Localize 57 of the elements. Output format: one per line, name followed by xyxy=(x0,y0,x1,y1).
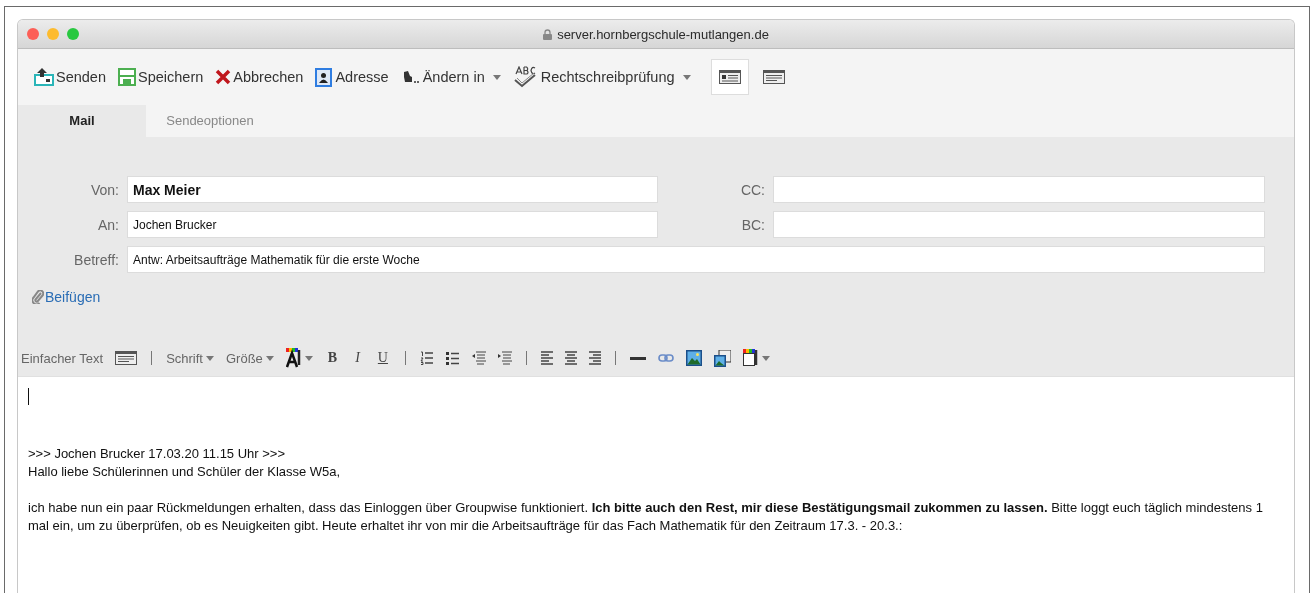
field-label: Von: xyxy=(89,181,119,198)
align-right-icon xyxy=(588,351,601,365)
input-field[interactable]: Jochen Brucker xyxy=(127,211,658,238)
input-field[interactable] xyxy=(773,176,1265,203)
color-picker-icon xyxy=(742,349,759,367)
image-icon xyxy=(685,350,702,366)
toolbar-button[interactable]: Speichern xyxy=(116,64,214,90)
body-text: Hallo liebe Schülerinnen und Schüler der Klasse W5a, xyxy=(28,463,342,481)
paperclip-icon xyxy=(32,290,44,304)
caret-icon xyxy=(492,74,501,80)
bullet-list-icon xyxy=(445,351,460,365)
attach-link[interactable]: Beifügen xyxy=(32,289,101,305)
toolbar-button[interactable]: Adresse xyxy=(313,63,399,91)
outbox-icon xyxy=(34,68,54,86)
dropdown-button[interactable]: Größe xyxy=(220,350,280,366)
toolbar-button[interactable]: Rechtschreibprüfung xyxy=(510,62,701,92)
numbered-list-icon xyxy=(419,351,434,365)
italic-button[interactable]: I xyxy=(346,350,369,366)
images-icon xyxy=(713,349,731,367)
caret-icon xyxy=(682,74,691,80)
close-button[interactable] xyxy=(27,28,39,40)
format-label: Einfacher Text xyxy=(21,350,104,366)
field-label: An: xyxy=(97,216,119,233)
body-text: ich habe nun ein paar Rückmeldungen erhalten, dass das Einloggen über Groupwise funktioniert. Ich bitte auch den Rest, mir diese Bestätigungsmail zukommen zu lassen. Bitte loggt euch täglich mindestens 1 mal ein, um zu überprüfen, ob es Neuigkeiten gibt. Heute erhaltet ihr von mir die Arbeitsaufträge für das Fach Mathematik für den Zeitraum 17.3. - 20.3.: xyxy=(28,499,1264,535)
outdent-icon xyxy=(471,351,486,365)
toolbar-button[interactable]: Ändern in xyxy=(398,65,511,89)
align-left-icon xyxy=(540,351,553,365)
card-view-icon xyxy=(718,70,741,84)
underline-button[interactable]: U xyxy=(368,350,397,366)
tab[interactable]: Mail xyxy=(18,105,146,137)
text-view-icon xyxy=(762,70,785,84)
indent-icon xyxy=(497,351,512,365)
link-icon xyxy=(657,354,674,362)
field-label: CC: xyxy=(739,181,765,198)
text-view-icon xyxy=(115,351,138,365)
input-field[interactable] xyxy=(773,211,1265,238)
x-icon xyxy=(215,69,232,85)
bold-button[interactable]: B xyxy=(318,350,347,366)
align-center-icon xyxy=(564,351,577,365)
text-cursor xyxy=(28,388,29,405)
toolbar-button[interactable]: Abbrechen xyxy=(213,65,314,89)
input-field[interactable]: Antw: Arbeitsaufträge Mathematik für die erste Woche xyxy=(127,246,1265,273)
contact-card-icon xyxy=(315,67,334,87)
body-text: >>> Jochen Brucker 17.03.20 11.15 Uhr >>> xyxy=(28,445,287,463)
dropdown-button[interactable]: Schrift xyxy=(160,350,220,366)
caret-icon xyxy=(304,355,313,361)
font-color-icon xyxy=(285,348,302,368)
caret-icon xyxy=(206,355,214,361)
lock-icon xyxy=(543,28,553,40)
field-label: BC: xyxy=(740,216,765,233)
caret-icon xyxy=(265,355,274,361)
field-label: Betreff: xyxy=(73,251,119,268)
view-toggle[interactable] xyxy=(710,59,749,95)
input-field[interactable]: Max Meier xyxy=(127,176,658,203)
caret-icon xyxy=(761,355,770,361)
window-title: server.hornbergschule-mutlangen.de xyxy=(557,26,769,42)
toolbar-button[interactable]: Senden xyxy=(32,64,116,90)
